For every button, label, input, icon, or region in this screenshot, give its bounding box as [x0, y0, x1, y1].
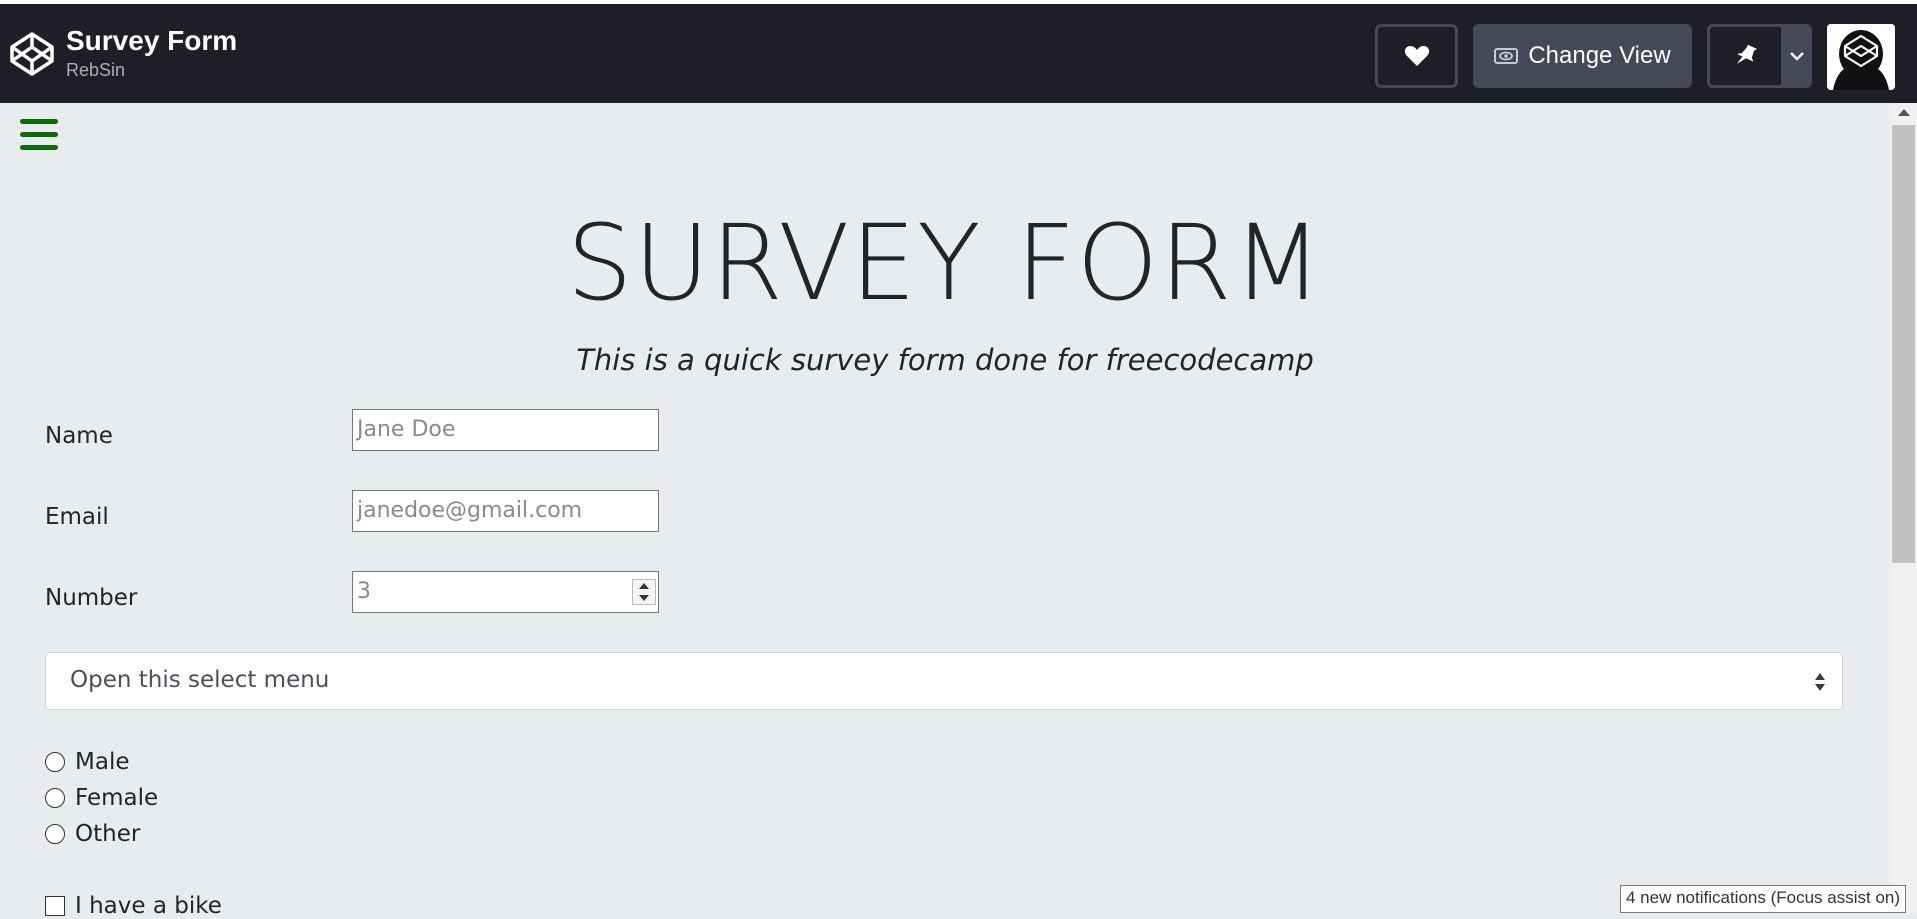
codepen-header: Survey Form RebSin Change View: [0, 0, 1917, 103]
codepen-logo-icon[interactable]: [8, 30, 56, 78]
stepper-up-icon[interactable]: [639, 583, 649, 589]
stepper-down-icon[interactable]: [639, 595, 649, 601]
radio-button[interactable]: [45, 752, 65, 772]
number-input[interactable]: 3: [352, 571, 659, 613]
radio-other[interactable]: Other: [45, 821, 140, 847]
radio-button[interactable]: [45, 788, 65, 808]
name-label: Name: [45, 423, 113, 449]
change-view-button[interactable]: Change View: [1473, 24, 1692, 88]
radio-label: Male: [75, 749, 130, 775]
user-avatar[interactable]: [1827, 24, 1895, 90]
notification-toast[interactable]: 4 new notifications (Focus assist on): [1620, 885, 1907, 913]
scroll-thumb[interactable]: [1892, 125, 1915, 563]
name-input[interactable]: Jane Doe: [352, 409, 659, 451]
radio-male[interactable]: Male: [45, 749, 129, 775]
menu-hamburger-icon[interactable]: [20, 119, 58, 153]
pin-menu-toggle[interactable]: [1781, 24, 1812, 88]
checkbox[interactable]: [45, 896, 65, 916]
preview-area: SURVEY FORM This is a quick survey form …: [0, 103, 1890, 919]
radio-label: Other: [75, 821, 141, 847]
select-arrows-icon: [1815, 673, 1825, 691]
scroll-up-arrow-icon[interactable]: [1898, 109, 1910, 116]
email-label: Email: [45, 504, 109, 530]
pin-button[interactable]: [1707, 24, 1781, 88]
love-button[interactable]: [1375, 24, 1458, 88]
page-subtitle: This is a quick survey form done for fre…: [576, 343, 1314, 377]
radio-female[interactable]: Female: [45, 785, 158, 811]
checkbox-bike[interactable]: I have a bike: [45, 893, 222, 919]
vertical-scrollbar[interactable]: [1890, 103, 1917, 913]
pen-title: Survey Form: [66, 25, 238, 56]
number-label: Number: [45, 585, 138, 611]
avatar-image: [1827, 24, 1895, 90]
pen-author[interactable]: RebSin: [66, 58, 237, 82]
number-stepper[interactable]: [632, 579, 656, 605]
chevron-down-icon: [1789, 52, 1804, 61]
page-title: SURVEY FORM: [566, 202, 1324, 324]
email-input[interactable]: janedoe@gmail.com: [352, 490, 659, 532]
radio-button[interactable]: [45, 824, 65, 844]
pin-icon: [1736, 44, 1757, 64]
pen-title-block: Survey Form RebSin: [66, 24, 237, 82]
eye-icon: [1494, 48, 1519, 64]
dropdown-select[interactable]: Open this select menu: [45, 652, 1843, 710]
heart-icon: [1404, 46, 1429, 66]
select-value: Open this select menu: [70, 667, 330, 693]
radio-label: Female: [75, 785, 159, 811]
number-value: 3: [357, 579, 371, 604]
change-view-label: Change View: [1528, 42, 1671, 69]
checkbox-label: I have a bike: [75, 893, 222, 919]
